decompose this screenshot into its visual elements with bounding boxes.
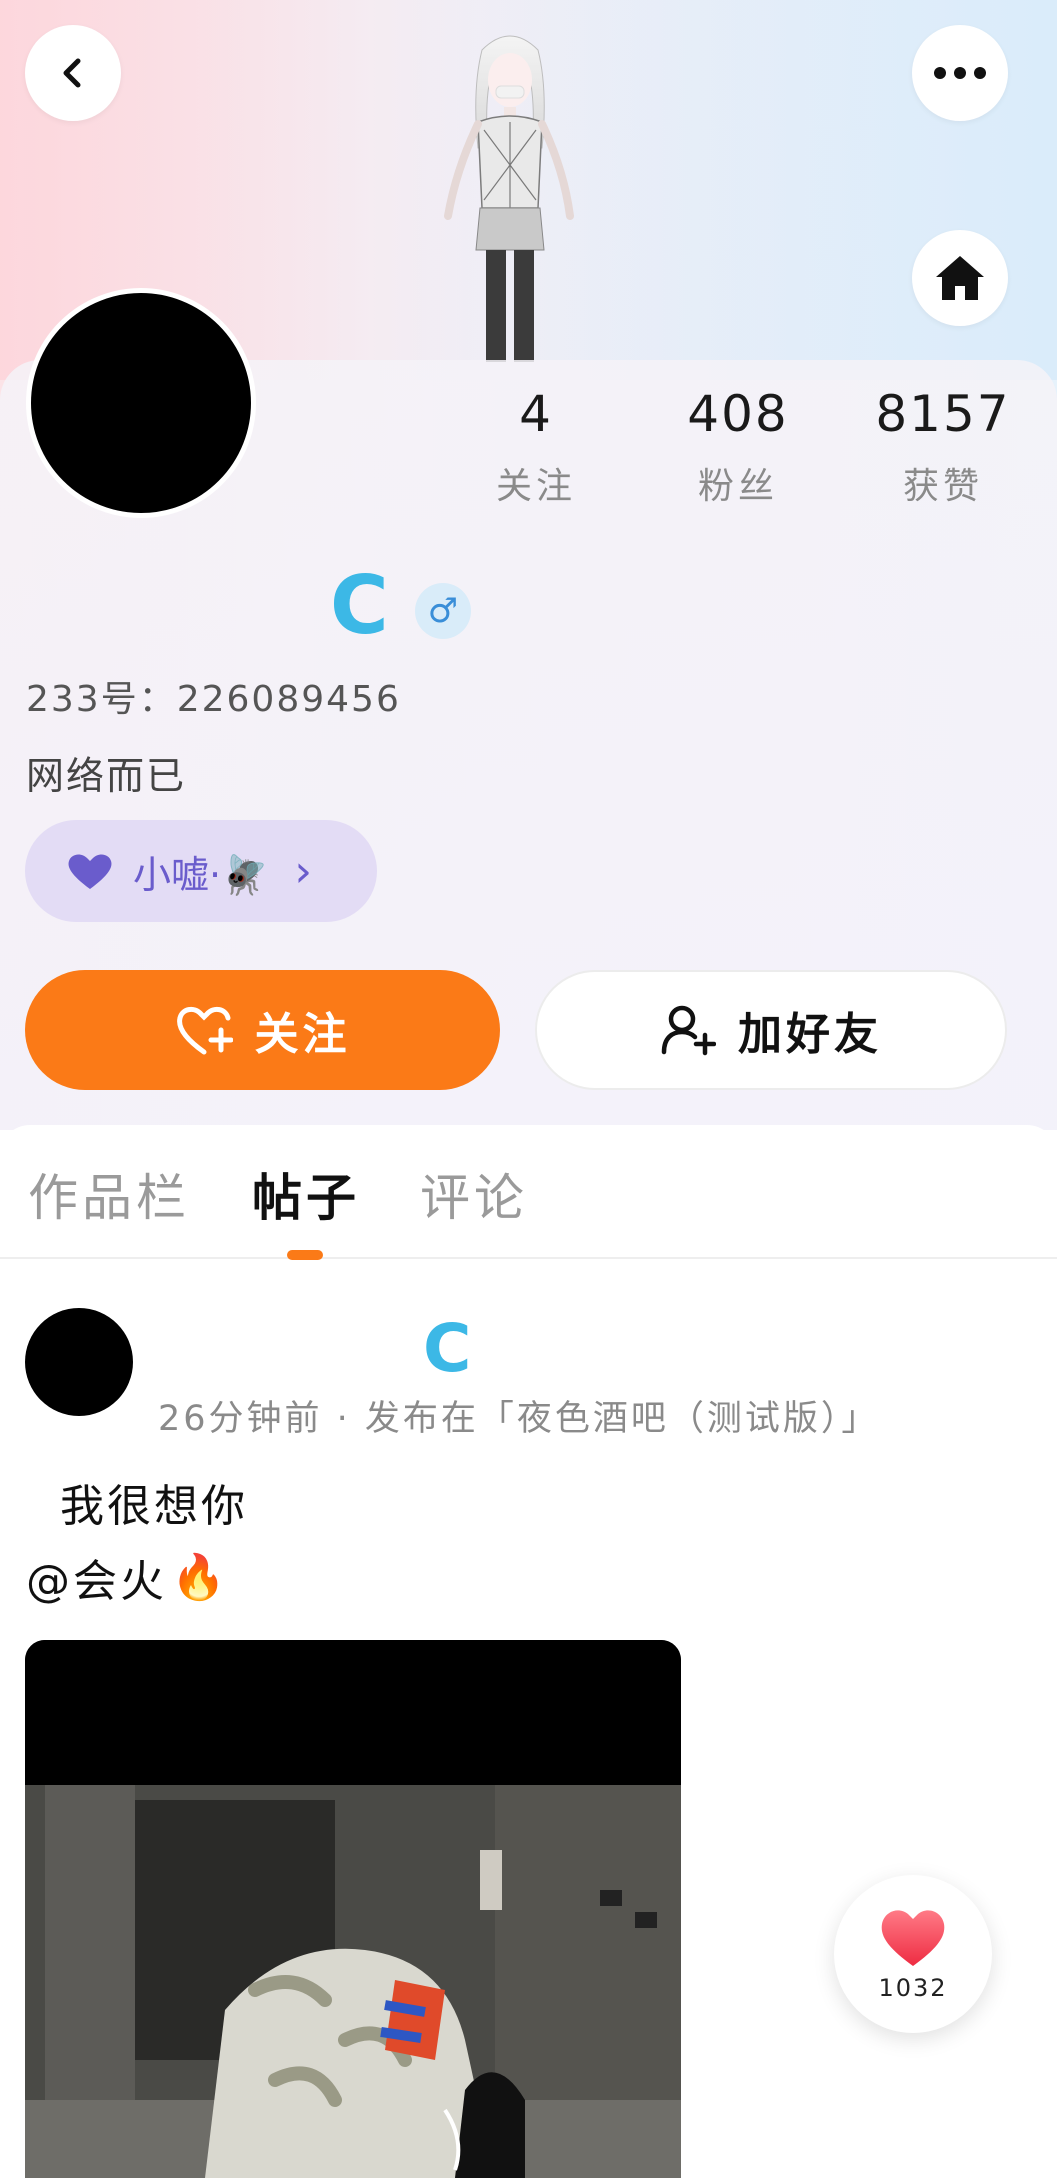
post-verified-badge: C <box>423 1310 472 1387</box>
purple-heart-icon <box>68 854 112 889</box>
stat-label: 获赞 <box>902 466 983 507</box>
tab-comments[interactable]: 评论 <box>420 1158 528 1230</box>
back-button[interactable] <box>25 25 121 121</box>
stat-value: 4 <box>519 385 553 443</box>
stat-label: 粉丝 <box>697 466 778 507</box>
profile-character-illustration <box>444 35 574 362</box>
chevron-right-icon: › <box>294 845 313 897</box>
tab-posts[interactable]: 帖子 <box>252 1158 360 1230</box>
add-user-icon <box>661 1005 716 1056</box>
post-photo <box>25 1640 681 2178</box>
male-gender-icon: ♂ <box>415 583 471 639</box>
post-image[interactable] <box>25 1640 681 2178</box>
stat-label: 关注 <box>495 466 576 507</box>
like-floating-button[interactable]: 1032 <box>834 1875 992 2033</box>
add-friend-button[interactable]: 加好友 <box>535 970 1007 1090</box>
stat-value: 408 <box>687 385 789 443</box>
fire-emoji: 🔥 <box>171 1552 229 1603</box>
home-icon <box>936 256 984 300</box>
stat-followers[interactable]: 408 粉丝 <box>638 385 838 509</box>
tab-works[interactable]: 作品栏 <box>28 1158 190 1230</box>
post-author-avatar[interactable] <box>25 1308 133 1416</box>
stat-likes[interactable]: 8157 获赞 <box>843 385 1043 509</box>
heart-plus-icon <box>176 1006 233 1055</box>
tag-label: 小嘘·🪰 <box>133 852 269 897</box>
post-meta: 26分钟前 · 发布在「夜色酒吧（测试版）」 <box>158 1399 880 1439</box>
follow-button[interactable]: 关注 <box>25 970 500 1090</box>
verified-badge: C <box>330 559 389 652</box>
more-dots-icon <box>934 67 986 79</box>
relationship-tag[interactable]: 小嘘·🪰 › <box>25 820 377 922</box>
stat-value: 8157 <box>875 385 1011 443</box>
home-button[interactable] <box>912 230 1008 326</box>
active-tab-indicator <box>287 1250 323 1260</box>
like-count: 1032 <box>878 1974 948 2002</box>
user-id: 233号：226089456 <box>26 679 401 720</box>
bio-text: 网络而已 <box>26 754 187 798</box>
mention-link[interactable]: @会火 <box>26 1545 167 1609</box>
follow-label: 关注 <box>254 1009 351 1060</box>
stat-following[interactable]: 4 关注 <box>436 385 636 509</box>
heart-icon <box>881 1910 945 1966</box>
more-options-button[interactable] <box>912 25 1008 121</box>
post-mention-line: @会火 🔥 <box>26 1545 229 1609</box>
post-text: 我很想你 <box>26 1481 248 1532</box>
chevron-left-icon <box>63 58 81 88</box>
add-friend-label: 加好友 <box>738 1009 882 1060</box>
avatar[interactable] <box>26 288 256 518</box>
